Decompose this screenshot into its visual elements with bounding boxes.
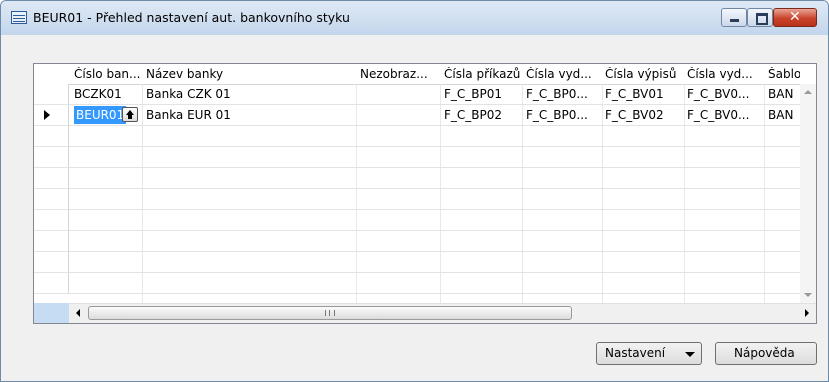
data-grid: Číslo ban... Název banky Nezobraz... Čís… <box>33 63 817 324</box>
empty-row[interactable] <box>34 168 816 189</box>
order-numbers-cell[interactable]: F_C_BP02 <box>444 108 502 122</box>
minimize-button[interactable] <box>721 8 747 27</box>
bank-code-cell[interactable]: BCZK01 <box>74 87 122 101</box>
column-header-issued-1[interactable]: Čísla vyd... <box>526 67 604 81</box>
bank-name-cell[interactable]: Banka EUR 01 <box>146 108 231 122</box>
maximize-button[interactable] <box>747 8 773 27</box>
title-bar[interactable]: BEUR01 - Přehled nastavení aut. bankovní… <box>1 1 828 35</box>
column-header-hidden[interactable]: Nezobraz... <box>360 67 440 81</box>
empty-row[interactable] <box>34 126 816 147</box>
grid-header: Číslo ban... Název banky Nezobraz... Čís… <box>34 64 816 85</box>
scroll-left-icon[interactable] <box>76 309 80 317</box>
column-header-order-numbers[interactable]: Čísla příkazů <box>444 67 528 81</box>
order-numbers-cell[interactable]: F_C_BP01 <box>444 87 502 101</box>
statement-numbers-cell[interactable]: F_C_BV01 <box>605 87 664 101</box>
window: BEUR01 - Přehled nastavení aut. bankovní… <box>0 0 829 382</box>
empty-row[interactable] <box>34 189 816 210</box>
window-title: BEUR01 - Přehled nastavení aut. bankovní… <box>33 10 350 25</box>
issued-1-cell[interactable]: F_C_BP0... <box>526 108 588 122</box>
scroll-corner <box>34 303 69 323</box>
help-button[interactable]: Nápověda <box>715 342 817 365</box>
horizontal-scrollbar[interactable] <box>69 303 816 323</box>
scroll-grip-icon <box>325 310 335 316</box>
empty-row[interactable] <box>34 231 816 252</box>
scroll-right-icon[interactable] <box>805 309 809 317</box>
template-cell[interactable]: BAN <box>768 87 793 101</box>
empty-row[interactable] <box>34 210 816 231</box>
scroll-up-icon[interactable] <box>804 90 812 94</box>
issued-1-cell[interactable]: F_C_BP0... <box>526 87 588 101</box>
issued-2-cell[interactable]: F_C_BV0... <box>687 108 749 122</box>
setup-button-label: Nastavení <box>605 346 666 360</box>
empty-row[interactable] <box>34 273 816 294</box>
empty-row[interactable] <box>34 252 816 273</box>
bank-name-cell[interactable]: Banka CZK 01 <box>146 87 231 101</box>
column-header-bank-code[interactable]: Číslo ban... <box>74 67 144 81</box>
issued-2-cell[interactable]: F_C_BV0... <box>687 87 749 101</box>
vertical-scrollbar[interactable] <box>800 84 816 303</box>
maximize-icon <box>756 13 768 25</box>
column-header-bank-name[interactable]: Název banky <box>146 67 356 81</box>
help-button-label: Nápověda <box>734 346 795 360</box>
column-header-statement-numbers[interactable]: Čísla výpisů <box>605 67 685 81</box>
grid-form-icon <box>11 11 27 24</box>
template-cell[interactable]: BAN <box>768 108 793 122</box>
chevron-down-icon <box>685 352 695 357</box>
table-row[interactable]: BEUR01 Banka EUR 01 F_C_BP02 F_C_BP0... … <box>34 105 816 126</box>
close-button[interactable]: ✕ <box>773 8 817 27</box>
table-row[interactable]: BCZK01 Banka CZK 01 F_C_BP01 F_C_BP0... … <box>34 84 816 105</box>
statement-numbers-cell[interactable]: F_C_BV02 <box>605 108 664 122</box>
column-header-template[interactable]: Šablo <box>768 67 800 81</box>
bank-code-edit-field[interactable]: BEUR01 <box>74 106 127 124</box>
minimize-icon <box>730 19 739 22</box>
setup-dropdown-button[interactable]: Nastavení <box>596 342 702 365</box>
close-icon: ✕ <box>789 9 801 25</box>
lookup-button[interactable] <box>122 107 138 122</box>
column-header-issued-2[interactable]: Čísla vyd... <box>687 67 765 81</box>
horizontal-scroll-thumb[interactable] <box>88 306 572 320</box>
scroll-down-icon[interactable] <box>804 293 812 297</box>
empty-row[interactable] <box>34 147 816 168</box>
